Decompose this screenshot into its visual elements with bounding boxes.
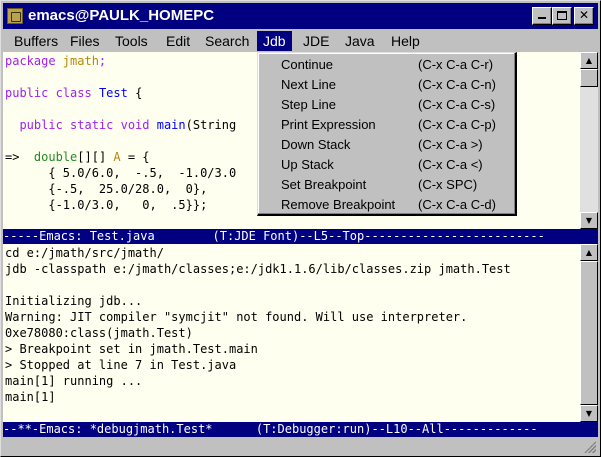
menu-item-label: Up Stack: [281, 157, 334, 172]
debug-line: jdb -classpath e:/jmath/classes;e:/jdk1.…: [5, 262, 511, 276]
window-title: emacs@PAULK_HOMEPC: [28, 7, 215, 24]
scroll-up-button[interactable]: ▲: [580, 244, 598, 261]
menu-search[interactable]: Search: [199, 31, 255, 51]
jdb-dropdown-menu: Continue (C-x C-a C-r) Next Line (C-x C-…: [257, 52, 517, 216]
maximize-button[interactable]: [552, 7, 572, 25]
close-button[interactable]: ✕: [574, 7, 594, 25]
close-icon: ✕: [578, 8, 590, 22]
minimize-button[interactable]: [532, 7, 552, 25]
code-line: { 5.0/6.0, -.5, -1.0/3.0: [5, 166, 237, 180]
menu-item-label: Remove Breakpoint: [281, 197, 396, 212]
menu-item-label: Down Stack: [281, 137, 351, 152]
menu-item-label: Print Expression: [281, 117, 376, 132]
jdb-menu-set-breakpoint[interactable]: Set Breakpoint (C-x SPC): [260, 175, 514, 195]
code-line: public class Test {: [5, 86, 143, 100]
debug-line: main[1]: [5, 390, 56, 404]
modeline-bottom: --**-Emacs: *debugjmath.Test* (T:Debugge…: [3, 422, 598, 437]
emacs-window: emacs@PAULK_HOMEPC ✕ Buffers Files Tools…: [0, 0, 601, 457]
scroll-thumb[interactable]: [580, 69, 598, 87]
debug-line: 0xe78080:class(jmath.Test): [5, 326, 193, 340]
minimize-icon: [538, 17, 546, 19]
code-line: => double[][] A = {: [5, 150, 150, 164]
menu-item-shortcut: (C-x C-a C-r): [418, 57, 494, 72]
code-line: {-1.0/3.0, 0, .5}};: [5, 198, 208, 212]
jdb-menu-step-line[interactable]: Step Line (C-x C-a C-s): [260, 95, 514, 115]
code-scrollbar[interactable]: ▲ ▼: [580, 52, 598, 229]
debug-line: cd e:/jmath/src/jmath/: [5, 246, 164, 260]
menu-files[interactable]: Files: [64, 31, 106, 51]
jdb-menu-down-stack[interactable]: Down Stack (C-x C-a >): [260, 135, 514, 155]
menu-jdb[interactable]: Jdb: [257, 31, 292, 51]
scroll-up-button[interactable]: ▲: [580, 52, 598, 69]
debugger-pane[interactable]: cd e:/jmath/src/jmath/ jdb -classpath e:…: [3, 244, 580, 422]
menu-jde[interactable]: JDE: [297, 31, 335, 51]
menu-item-shortcut: (C-x C-a C-p): [418, 117, 496, 132]
debug-line: main[1] running ...: [5, 374, 143, 388]
debugger-scrollbar[interactable]: ▲ ▼: [580, 244, 598, 422]
debug-line: > Stopped at line 7 in Test.java: [5, 358, 237, 372]
menu-item-shortcut: (C-x C-a C-n): [418, 77, 496, 92]
menu-item-label: Continue: [281, 57, 334, 72]
menu-bar: Buffers Files Tools Edit Search Jdb JDE …: [3, 30, 598, 52]
maximize-icon: [557, 11, 567, 20]
debug-line: Initializing jdb...: [5, 294, 143, 308]
menu-buffers[interactable]: Buffers: [8, 31, 64, 51]
triangle-down-icon: ▼: [585, 216, 593, 225]
code-line: package jmath;: [5, 54, 107, 68]
resize-grip-icon[interactable]: [584, 441, 596, 453]
emacs-app-icon[interactable]: [7, 8, 23, 24]
title-bar[interactable]: emacs@PAULK_HOMEPC ✕: [3, 3, 598, 29]
triangle-up-icon: ▲: [585, 248, 593, 257]
jdb-menu-continue[interactable]: Continue (C-x C-a C-r): [260, 55, 514, 75]
menu-item-label: Next Line: [281, 77, 336, 92]
jdb-menu-next-line[interactable]: Next Line (C-x C-a C-n): [260, 75, 514, 95]
code-line: {-.5, 25.0/28.0, 0},: [5, 182, 208, 196]
jdb-menu-print-expression[interactable]: Print Expression (C-x C-a C-p): [260, 115, 514, 135]
menu-item-shortcut: (C-x SPC): [418, 177, 478, 192]
jdb-menu-up-stack[interactable]: Up Stack (C-x C-a <): [260, 155, 514, 175]
menu-item-shortcut: (C-x C-a >): [418, 137, 483, 152]
menu-item-shortcut: (C-x C-a C-s): [418, 97, 496, 112]
echo-area: [3, 438, 598, 454]
scroll-down-button[interactable]: ▼: [580, 212, 598, 229]
modeline-top: -----Emacs: Test.java (T:JDE Font)--L5--…: [3, 229, 598, 244]
debug-line: Warning: JIT compiler "symcjit" not foun…: [5, 310, 468, 324]
menu-item-shortcut: (C-x C-a <): [418, 157, 483, 172]
triangle-down-icon: ▼: [585, 409, 593, 418]
code-line: public static void main(String: [19, 118, 237, 132]
jdb-menu-remove-breakpoint[interactable]: Remove Breakpoint (C-x C-a C-d): [260, 195, 514, 215]
menu-item-shortcut: (C-x C-a C-d): [418, 197, 496, 212]
menu-java[interactable]: Java: [339, 31, 381, 51]
menu-item-label: Set Breakpoint: [281, 177, 367, 192]
scroll-thumb[interactable]: [580, 261, 598, 405]
menu-tools[interactable]: Tools: [109, 31, 154, 51]
triangle-up-icon: ▲: [585, 56, 593, 65]
debug-line: > Breakpoint set in jmath.Test.main: [5, 342, 258, 356]
menu-edit[interactable]: Edit: [160, 31, 196, 51]
menu-help[interactable]: Help: [385, 31, 426, 51]
menu-item-label: Step Line: [281, 97, 336, 112]
scroll-down-button[interactable]: ▼: [580, 405, 598, 422]
